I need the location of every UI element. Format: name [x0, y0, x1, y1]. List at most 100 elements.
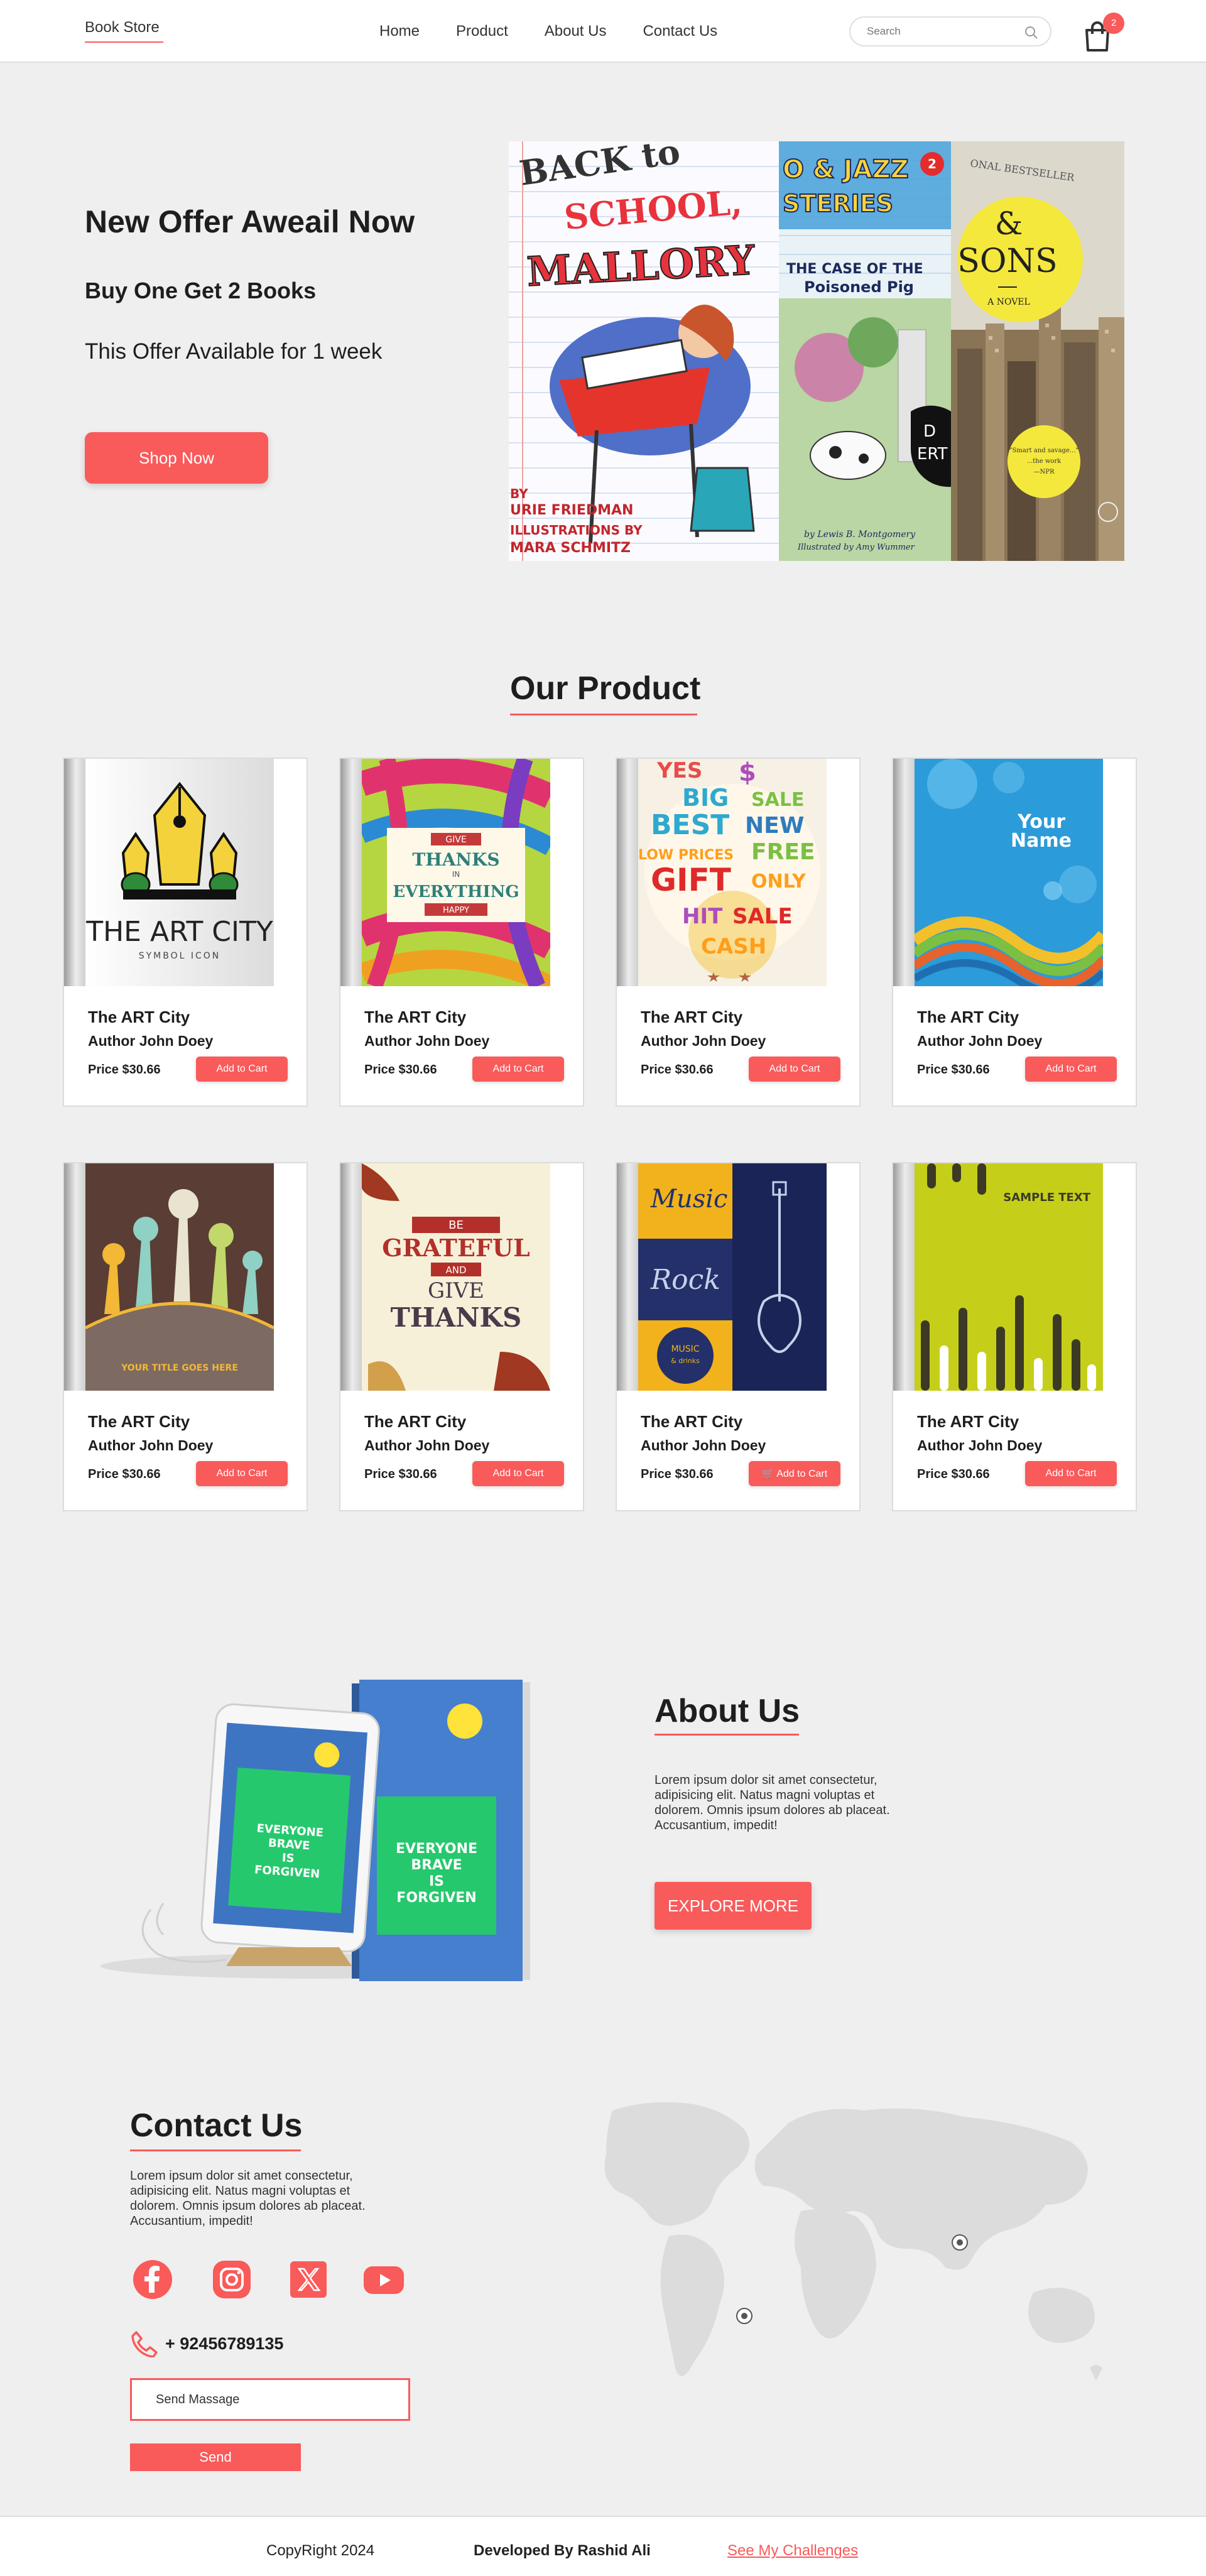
book-spine	[340, 1163, 362, 1391]
product-card[interactable]: YOUR TITLE GOES HERE The ART City Author…	[63, 1162, 308, 1511]
svg-text:Poisoned Pig: Poisoned Pig	[804, 278, 914, 296]
product-author: Author John Doey	[641, 1437, 766, 1454]
product-cover[interactable]: Music Rock MUSIC & drinks	[638, 1163, 827, 1391]
logo[interactable]: Book Store	[85, 19, 160, 36]
hero-subtitle: Buy One Get 2 Books	[85, 278, 317, 303]
product-card[interactable]: SAMPLE TEXT The ART City Author John Doe…	[892, 1162, 1137, 1511]
x-icon[interactable]	[286, 2258, 330, 2302]
product-author: Author John Doey	[641, 1033, 766, 1049]
product-price: Price $30.66	[364, 1063, 437, 1077]
explore-more-button[interactable]: EXPLORE MORE	[655, 1882, 812, 1930]
svg-text:IN: IN	[452, 870, 460, 879]
product-card[interactable]: BE GRATEFUL AND GIVE THANKS The ART City…	[339, 1162, 584, 1511]
product-card[interactable]: Your Name The ART City Author John Doey …	[892, 758, 1137, 1107]
svg-text:by Lewis B. Montgomery: by Lewis B. Montgomery	[804, 530, 916, 540]
nav-link-product[interactable]: Product	[456, 23, 508, 40]
svg-text:...the work: ...the work	[1027, 458, 1062, 465]
svg-text:MUSIC: MUSIC	[671, 1344, 699, 1354]
product-cover[interactable]: GIVE THANKS IN EVERYTHING HAPPY	[362, 759, 550, 986]
svg-text:THANKS: THANKS	[391, 1302, 522, 1333]
message-input[interactable]	[130, 2378, 410, 2421]
instagram-icon[interactable]	[210, 2258, 254, 2302]
svg-text:BE: BE	[448, 1219, 464, 1232]
product-author: Author John Doey	[364, 1033, 490, 1049]
product-price: Price $30.66	[917, 1063, 990, 1077]
book-cover-give-thanks: GIVE THANKS IN EVERYTHING HAPPY	[362, 759, 550, 986]
search-icon[interactable]	[1024, 25, 1039, 40]
book-cover-mallory-image: BACK to SCHOOL, MALLORY BY URIE FRIEDMAN…	[509, 141, 779, 561]
add-to-cart-button[interactable]: Add to Cart	[196, 1461, 288, 1486]
footer-copyright: CopyRight 2024	[266, 2542, 375, 2559]
svg-text:EVERYTHING: EVERYTHING	[393, 883, 519, 901]
add-to-cart-button[interactable]: Add to Cart	[472, 1057, 564, 1082]
product-price: Price $30.66	[917, 1467, 990, 1481]
product-card[interactable]: THE ART CITY SYMBOL ICON The ART City Au…	[63, 758, 308, 1107]
svg-text:IS: IS	[281, 1851, 295, 1865]
about-title: About Us	[655, 1693, 800, 1729]
cart-icon: 🛒	[761, 1469, 777, 1479]
product-name: The ART City	[364, 1412, 467, 1431]
cover-title: SAMPLE TEXT	[1003, 1191, 1090, 1204]
add-to-cart-button[interactable]: Add to Cart	[472, 1461, 564, 1486]
product-cover[interactable]: YES $ BIG SALE BEST NEW LOW PRICES FREE …	[638, 759, 827, 986]
svg-text:IS: IS	[429, 1874, 444, 1889]
product-cover[interactable]: SAMPLE TEXT	[915, 1163, 1103, 1391]
svg-text:HIT: HIT	[682, 904, 723, 929]
product-price: Price $30.66	[641, 1467, 714, 1481]
product-cover[interactable]: Your Name	[915, 759, 1103, 986]
svg-text:EVERYONE: EVERYONE	[396, 1841, 477, 1857]
svg-text:THANKS: THANKS	[412, 849, 499, 870]
hero-book-mallory: BACK to SCHOOL, MALLORY BY URIE FRIEDMAN…	[509, 141, 779, 561]
product-author: Author John Doey	[88, 1033, 214, 1049]
book-cover-your-name: Your Name	[915, 759, 1103, 986]
phone-number[interactable]: + 92456789135	[165, 2334, 283, 2354]
svg-text:FORGIVEN: FORGIVEN	[396, 1890, 476, 1906]
svg-text:ILLUSTRATIONS BY: ILLUSTRATIONS BY	[510, 523, 643, 538]
svg-text:GIVE: GIVE	[428, 1278, 484, 1303]
book-spine	[64, 759, 85, 986]
add-to-cart-button[interactable]: Add to Cart	[1025, 1461, 1117, 1486]
nav-link-home[interactable]: Home	[379, 23, 420, 40]
search-input[interactable]	[867, 25, 1018, 38]
svg-text:URIE FRIEDMAN: URIE FRIEDMAN	[510, 503, 633, 518]
product-cover[interactable]: YOUR TITLE GOES HERE	[85, 1163, 274, 1391]
add-to-cart-button[interactable]: 🛒 Add to Cart	[749, 1461, 840, 1486]
navbar: Book Store Home Product About Us Contact…	[0, 0, 1206, 63]
nav-link-about[interactable]: About Us	[545, 23, 607, 40]
facebook-icon[interactable]	[131, 2258, 175, 2302]
nav-link-contact[interactable]: Contact Us	[643, 23, 717, 40]
about-text: Lorem ipsum dolor sit amet consectetur, …	[655, 1773, 890, 1832]
svg-text:—NPR: —NPR	[1033, 469, 1054, 476]
product-author: Author John Doey	[88, 1437, 214, 1454]
add-to-cart-button[interactable]: Add to Cart	[1025, 1057, 1117, 1082]
svg-text:CASH: CASH	[701, 934, 766, 959]
svg-text:BEST: BEST	[651, 809, 729, 841]
add-to-cart-button[interactable]: Add to Cart	[749, 1057, 840, 1082]
product-card[interactable]: YES $ BIG SALE BEST NEW LOW PRICES FREE …	[616, 758, 861, 1107]
footer-challenges-link[interactable]: See My Challenges	[727, 2542, 858, 2560]
product-card[interactable]: GIVE THANKS IN EVERYTHING HAPPY The ART …	[339, 758, 584, 1107]
add-to-cart-button[interactable]: Add to Cart	[196, 1057, 288, 1082]
product-author: Author John Doey	[917, 1437, 1043, 1454]
products-title-underline	[510, 714, 697, 715]
svg-text:GIFT: GIFT	[651, 862, 731, 898]
product-name: The ART City	[917, 1412, 1019, 1431]
shop-now-button[interactable]: Shop Now	[85, 432, 268, 484]
svg-text:GRATEFUL: GRATEFUL	[382, 1234, 530, 1262]
svg-text:A NOVEL: A NOVEL	[987, 297, 1030, 307]
book-cover-sample-text: SAMPLE TEXT	[915, 1163, 1103, 1391]
svg-text:BIG: BIG	[682, 784, 729, 812]
product-card[interactable]: Music Rock MUSIC & drinks The ART City A…	[616, 1162, 861, 1511]
svg-text:MARA SCHMITZ: MARA SCHMITZ	[510, 540, 631, 556]
book-cover-hands: YOUR TITLE GOES HERE	[85, 1163, 274, 1391]
youtube-icon[interactable]	[362, 2258, 406, 2302]
svg-text:SONS: SONS	[957, 242, 1057, 280]
search-box	[849, 16, 1051, 46]
send-button[interactable]: Send	[130, 2443, 301, 2471]
svg-text:& drinks: & drinks	[671, 1357, 700, 1365]
svg-text:ONLY: ONLY	[751, 871, 807, 893]
product-cover[interactable]: THE ART CITY SYMBOL ICON	[85, 759, 274, 986]
logo-underline	[85, 41, 163, 43]
product-cover[interactable]: BE GRATEFUL AND GIVE THANKS	[362, 1163, 550, 1391]
book-spine	[893, 1163, 915, 1391]
